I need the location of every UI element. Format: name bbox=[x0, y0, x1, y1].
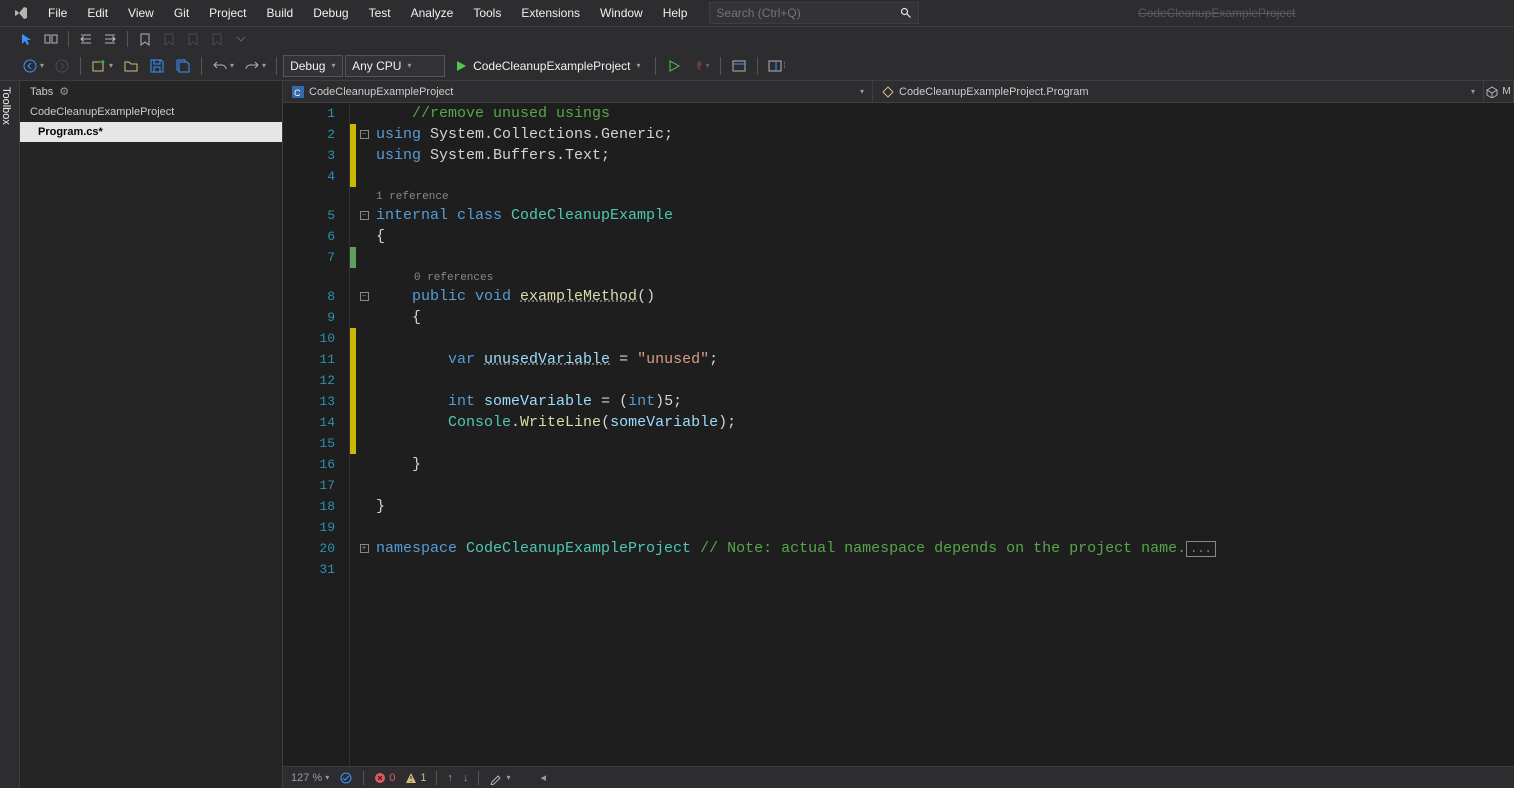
toolbox-tab[interactable]: Toolbox bbox=[0, 81, 20, 788]
menu-git[interactable]: Git bbox=[164, 2, 199, 24]
crumb-symbol[interactable]: CodeCleanupExampleProject.Program ▾ bbox=[873, 81, 1484, 102]
fold-toggle[interactable]: − bbox=[356, 124, 372, 145]
nav-down-icon[interactable]: ↓ bbox=[463, 772, 469, 784]
open-file-button[interactable] bbox=[119, 54, 143, 78]
crumb-member[interactable]: M bbox=[1484, 81, 1514, 102]
separator bbox=[201, 57, 202, 75]
cursor-icon[interactable] bbox=[16, 28, 38, 50]
main-area: Toolbox Tabs ⚙ CodeCleanupExampleProject… bbox=[0, 81, 1514, 788]
layout-button-2[interactable]: ⁞ bbox=[764, 54, 790, 78]
menu-window[interactable]: Window bbox=[590, 2, 653, 24]
line-number-gutter: 1 2 3 4 5 6 7 8 9 10 11 12 13 14 15 16 1… bbox=[283, 103, 350, 766]
search-input[interactable] bbox=[716, 6, 886, 20]
play-icon bbox=[455, 60, 467, 72]
breadcrumb-bar: C CodeCleanupExampleProject ▾ CodeCleanu… bbox=[283, 81, 1514, 103]
menu-analyze[interactable]: Analyze bbox=[401, 2, 464, 24]
nav-up-icon[interactable]: ↑ bbox=[447, 772, 453, 784]
bookmark-clear-icon[interactable] bbox=[206, 28, 228, 50]
separator bbox=[655, 57, 656, 75]
menu-build[interactable]: Build bbox=[257, 2, 304, 24]
menu-bar: File Edit View Git Project Build Debug T… bbox=[0, 0, 1514, 27]
tabs-title: Tabs bbox=[30, 86, 53, 98]
hot-reload-button[interactable]: ▾ bbox=[688, 54, 714, 78]
menu-edit[interactable]: Edit bbox=[77, 2, 118, 24]
menu-test[interactable]: Test bbox=[359, 2, 401, 24]
fold-ellipsis[interactable]: ... bbox=[1186, 541, 1216, 557]
menu-help[interactable]: Help bbox=[653, 2, 698, 24]
new-project-button[interactable]: ▾ bbox=[87, 54, 117, 78]
quick-launch-search[interactable] bbox=[709, 2, 919, 24]
tabs-header: Tabs ⚙ bbox=[20, 81, 282, 102]
toolbar-row-1 bbox=[0, 27, 1514, 51]
csharp-project-icon: C bbox=[291, 85, 305, 99]
warning-count[interactable]: 1 bbox=[405, 772, 426, 784]
tabs-panel: Tabs ⚙ CodeCleanupExampleProject Program… bbox=[20, 81, 283, 788]
menu-view[interactable]: View bbox=[118, 2, 164, 24]
fold-toggle[interactable]: − bbox=[356, 205, 372, 226]
menu-debug[interactable]: Debug bbox=[303, 2, 358, 24]
fold-toggle[interactable]: + bbox=[356, 538, 372, 559]
crumb-project[interactable]: C CodeCleanupExampleProject ▾ bbox=[283, 81, 873, 102]
code-editor[interactable]: 1 2 3 4 5 6 7 8 9 10 11 12 13 14 15 16 1… bbox=[283, 103, 1514, 766]
class-icon bbox=[881, 85, 895, 99]
editor-status-bar: 127 % ▾ 0 1 ↑ ↓ ▾ ◂ bbox=[283, 766, 1514, 788]
error-count[interactable]: 0 bbox=[374, 772, 395, 784]
toggle-icon[interactable] bbox=[40, 28, 62, 50]
bookmark-prev-icon[interactable] bbox=[158, 28, 180, 50]
fold-toggle[interactable]: − bbox=[356, 286, 372, 307]
undo-button[interactable]: ▾ bbox=[208, 54, 238, 78]
brush-icon[interactable]: ▾ bbox=[489, 771, 510, 785]
bookmark-icon[interactable] bbox=[134, 28, 156, 50]
redo-button[interactable]: ▾ bbox=[240, 54, 270, 78]
indent-left-icon[interactable] bbox=[75, 28, 97, 50]
separator bbox=[276, 57, 277, 75]
save-all-button[interactable] bbox=[171, 54, 195, 78]
bookmark-next-icon[interactable] bbox=[182, 28, 204, 50]
dropdown-icon[interactable] bbox=[230, 28, 252, 50]
menu-tools[interactable]: Tools bbox=[463, 2, 511, 24]
menu-file[interactable]: File bbox=[38, 2, 77, 24]
separator bbox=[80, 57, 81, 75]
menu-extensions[interactable]: Extensions bbox=[511, 2, 590, 24]
codelens-method[interactable]: 0 references bbox=[376, 268, 1514, 286]
menu-project[interactable]: Project bbox=[199, 2, 256, 24]
start-without-debug-button[interactable] bbox=[662, 54, 686, 78]
toolbar-row-2: ▾ ▾ ▾ ▾ Debug▾ Any CPU▾ CodeCleanupExamp… bbox=[0, 51, 1514, 81]
layout-button-1[interactable] bbox=[727, 54, 751, 78]
zoom-level[interactable]: 127 % ▾ bbox=[291, 772, 329, 784]
vs-logo-icon bbox=[12, 4, 30, 22]
platform-combo[interactable]: Any CPU▾ bbox=[345, 55, 445, 77]
svg-text:C: C bbox=[294, 88, 301, 98]
start-debugging-button[interactable]: CodeCleanupExampleProject ▾ bbox=[447, 55, 648, 77]
codelens-class[interactable]: 1 reference bbox=[376, 187, 1514, 205]
separator bbox=[720, 57, 721, 75]
code-text[interactable]: //remove unused usings using System.Coll… bbox=[372, 103, 1514, 766]
save-button[interactable] bbox=[145, 54, 169, 78]
no-issues-icon[interactable] bbox=[339, 771, 353, 785]
nav-back-button[interactable]: ▾ bbox=[18, 54, 48, 78]
separator bbox=[757, 57, 758, 75]
cube-icon bbox=[1486, 85, 1498, 99]
indent-right-icon[interactable] bbox=[99, 28, 121, 50]
separator bbox=[68, 31, 69, 47]
nav-forward-button[interactable] bbox=[50, 54, 74, 78]
separator bbox=[127, 31, 128, 47]
sidebar-item-project[interactable]: CodeCleanupExampleProject bbox=[20, 102, 282, 122]
gear-icon[interactable]: ⚙ bbox=[59, 85, 69, 98]
scroll-left-icon[interactable]: ◂ bbox=[540, 771, 546, 784]
sidebar-item-program[interactable]: Program.cs* bbox=[20, 122, 282, 142]
fold-gutter: − − − + bbox=[356, 103, 372, 766]
search-icon bbox=[900, 7, 912, 19]
window-title: CodeCleanupExampleProject bbox=[1108, 6, 1325, 20]
configuration-combo[interactable]: Debug▾ bbox=[283, 55, 343, 77]
editor-area: C CodeCleanupExampleProject ▾ CodeCleanu… bbox=[283, 81, 1514, 788]
